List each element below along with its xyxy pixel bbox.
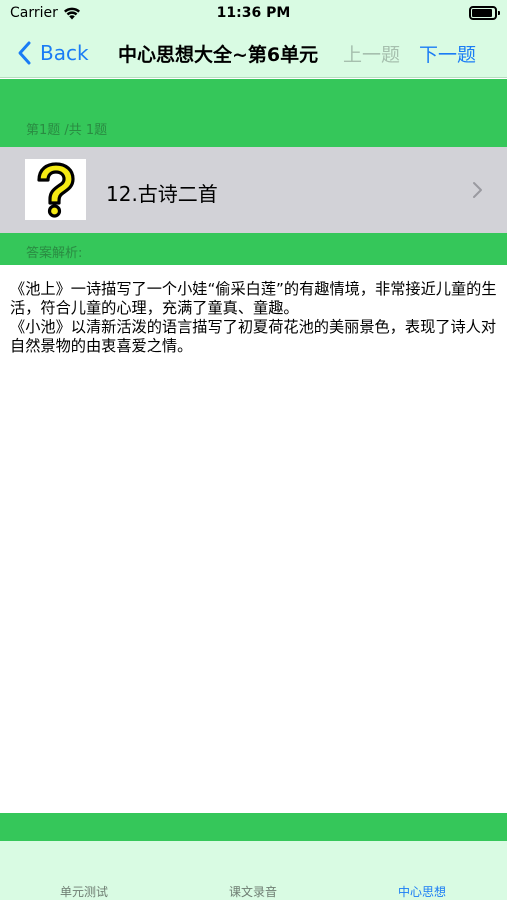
prev-question-button[interactable]: 上一题	[343, 40, 400, 67]
back-label: Back	[40, 41, 89, 65]
answer-text: 《池上》一诗描写了一个小娃“偷采白莲”的有趣情境，非常接近儿童的生活，符合儿童的…	[10, 280, 497, 355]
question-header: 第1题 /共 1题	[0, 79, 507, 147]
tab-main-idea[interactable]: 中心思想	[362, 883, 482, 900]
chevron-right-icon	[473, 182, 482, 198]
status-time: 11:36 PM	[216, 5, 291, 21]
bottom-band	[0, 813, 507, 841]
question-mark-icon	[25, 159, 86, 220]
next-question-button[interactable]: 下一题	[419, 40, 476, 67]
page-title: 中心思想大全~第6单元	[118, 44, 319, 66]
chevron-left-icon	[18, 41, 31, 65]
question-row[interactable]: 12.古诗二首	[0, 147, 507, 233]
tab-unit-test[interactable]: 单元测试	[24, 883, 144, 900]
tab-audio-recording[interactable]: 课文录音	[193, 883, 313, 900]
answer-header: 答案解析:	[0, 233, 507, 265]
battery-icon	[469, 6, 500, 20]
answer-label: 答案解析:	[26, 246, 83, 261]
back-button[interactable]: Back	[14, 38, 89, 68]
tab-bar: 单元测试 课文录音 中心思想	[0, 841, 507, 900]
question-title: 12.古诗二首	[106, 182, 218, 206]
navigation-bar: Back 中心思想大全~第6单元 上一题 下一题	[0, 28, 507, 78]
status-bar: Carrier 11:36 PM	[0, 0, 507, 28]
question-count: 第1题 /共 1题	[26, 123, 108, 138]
